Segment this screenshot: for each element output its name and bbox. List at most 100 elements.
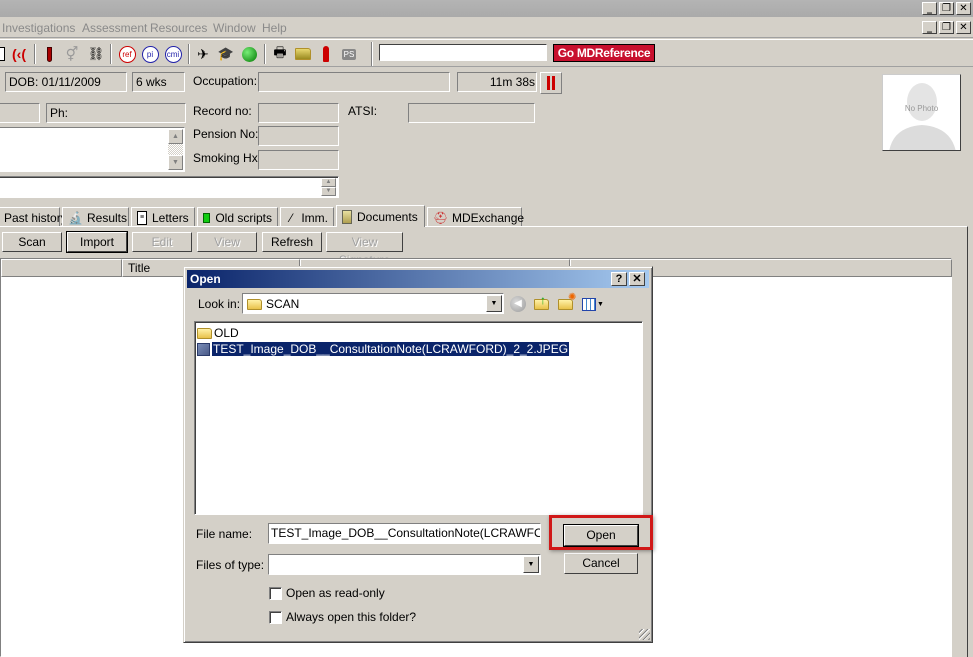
documents-icon: [342, 209, 352, 224]
new-folder-icon[interactable]: ✺: [558, 292, 576, 312]
files-of-type-dropdown[interactable]: ▼: [268, 554, 541, 575]
menu-window[interactable]: Window: [213, 21, 256, 35]
tab-letters[interactable]: ≡ Letters: [131, 207, 195, 227]
doc-close-button[interactable]: ✕: [956, 21, 971, 34]
look-in-dropdown[interactable]: SCAN ▼: [242, 293, 504, 314]
tab-documents[interactable]: Documents: [336, 205, 425, 227]
view-signature-button: View Signature: [326, 232, 403, 267]
tab-old-scripts[interactable]: Old scripts: [197, 207, 278, 227]
app-minimize-button[interactable]: _: [922, 2, 937, 15]
ref-icon[interactable]: ref: [117, 44, 137, 64]
tab-label: MDExchange: [452, 210, 525, 225]
file-list[interactable]: OLD TEST_Image_DOB__ConsultationNote(LCR…: [194, 321, 643, 515]
mdexchange-icon: ⛑: [433, 210, 449, 225]
occupation-field: [258, 72, 450, 92]
edit-button: Edit: [132, 232, 192, 252]
person-red-icon[interactable]: [316, 44, 336, 64]
jpeg-file-icon: [197, 342, 210, 356]
plane-icon[interactable]: ✈: [193, 44, 213, 64]
toolbar-separator: [34, 44, 36, 64]
tab-label: Old scripts: [215, 210, 272, 225]
occupation-label: Occupation:: [193, 74, 258, 88]
scan-button[interactable]: Scan: [2, 232, 62, 252]
open-button-highlight: [549, 515, 653, 550]
doc-minimize-button[interactable]: _: [922, 21, 937, 34]
dialog-title: Open: [190, 272, 221, 286]
mdreference-search-input[interactable]: [379, 44, 547, 61]
file-name-input[interactable]: TEST_Image_DOB__ConsultationNote(LCRAWFO…: [268, 523, 541, 544]
view-button: View: [197, 232, 257, 252]
test-tube-icon[interactable]: [39, 44, 59, 64]
print-icon[interactable]: 🖶: [270, 44, 290, 64]
go-mdreference-button[interactable]: Go MDReference: [553, 44, 655, 62]
up-folder-icon[interactable]: ↑: [534, 293, 552, 312]
no-photo-silhouette-icon: [889, 83, 956, 150]
toolbar-separator: [371, 42, 373, 66]
ps-icon[interactable]: PS: [339, 44, 359, 64]
pension-no-label: Pension No:: [193, 127, 259, 141]
view-menu-icon[interactable]: ▼: [582, 296, 606, 312]
menu-help[interactable]: Help: [262, 21, 287, 35]
chevron-down-icon[interactable]: ▼: [486, 295, 502, 312]
look-in-label: Look in:: [198, 297, 241, 311]
toolbar-separator: [188, 44, 190, 64]
graduation-icon[interactable]: 🎓: [216, 44, 236, 64]
chevron-down-icon[interactable]: ▼: [523, 556, 539, 573]
cancel-button[interactable]: Cancel: [564, 553, 638, 574]
column-header[interactable]: [1, 259, 122, 277]
notes-textarea[interactable]: ▲ ▼: [0, 127, 185, 172]
age-field: 6 wks: [132, 72, 185, 92]
file-list-item-jpeg[interactable]: TEST_Image_DOB__ConsultationNote(LCRAWFO…: [197, 341, 570, 357]
alerts-textbox[interactable]: ▲ ▼: [0, 176, 339, 198]
tab-mdexchange[interactable]: ⛑ MDExchange: [427, 207, 525, 227]
pause-timer-button[interactable]: [540, 72, 562, 94]
always-open-label: Always open this folder?: [286, 610, 417, 624]
menu-investigations[interactable]: Investigations: [2, 21, 75, 35]
family-tree-icon[interactable]: ⛓: [86, 44, 106, 64]
scroll-down-button[interactable]: ▼: [168, 155, 183, 170]
refresh-button[interactable]: Refresh: [262, 232, 322, 252]
files-of-type-label: Files of type:: [196, 558, 265, 572]
file-name: OLD: [214, 326, 239, 340]
syringe-icon: ⁄: [290, 210, 293, 225]
session-timer: 11m 38s: [457, 72, 537, 92]
always-open-checkbox[interactable]: [269, 611, 282, 624]
dialog-title-bar[interactable]: Open ? ✕: [187, 270, 649, 288]
file-name: TEST_Image_DOB__ConsultationNote(LCRAWFO…: [212, 342, 570, 356]
ref-icon-label: ref: [118, 45, 136, 63]
open-folder-icon[interactable]: [293, 44, 313, 64]
cmi-icon-label: cmi: [164, 45, 182, 63]
apple-icon[interactable]: [239, 44, 259, 64]
script-icon: [203, 212, 211, 223]
menu-assessment[interactable]: Assessment: [82, 21, 147, 35]
open-file-dialog: Open ? ✕ Look in: SCAN ▼ ◀ ↑ ✺ ▼ OLD TES…: [183, 266, 653, 643]
pause-icon-bar: [552, 76, 555, 90]
scroll-up-button[interactable]: ▲: [168, 129, 183, 144]
tab-past-history[interactable]: Past history: [0, 207, 67, 227]
pregnancy-icon[interactable]: (‹(: [9, 44, 29, 64]
resize-grip[interactable]: [639, 629, 650, 640]
app-close-button[interactable]: ✕: [956, 2, 971, 15]
cmi-icon[interactable]: cmi: [163, 44, 183, 64]
file-list-item-folder[interactable]: OLD: [197, 325, 239, 341]
menu-resources[interactable]: Resources: [150, 21, 207, 35]
read-only-checkbox[interactable]: [269, 587, 282, 600]
pi-icon[interactable]: pi: [140, 44, 160, 64]
scrollbar-track[interactable]: [168, 144, 183, 155]
back-icon[interactable]: ◀: [510, 296, 526, 312]
import-button[interactable]: Import: [66, 231, 128, 253]
doc-restore-button[interactable]: ❐: [939, 21, 954, 34]
gender-icon[interactable]: ⚥: [62, 44, 82, 64]
app-title-bar: _ ❐ ✕: [0, 0, 973, 17]
tab-imm[interactable]: ⁄ Imm.: [280, 207, 334, 227]
spin-up-button[interactable]: ▲: [321, 178, 336, 187]
toolbar-separator: [110, 44, 112, 64]
help-button[interactable]: ?: [611, 272, 627, 286]
address-field: [0, 103, 40, 123]
dialog-close-button[interactable]: ✕: [629, 272, 645, 286]
spin-down-button[interactable]: ▼: [321, 187, 336, 196]
tab-label: Past history: [4, 210, 67, 225]
app-restore-button[interactable]: ❐: [939, 2, 954, 15]
toolbar-separator: [264, 44, 266, 64]
tab-results[interactable]: 🔬 Results: [62, 207, 129, 227]
